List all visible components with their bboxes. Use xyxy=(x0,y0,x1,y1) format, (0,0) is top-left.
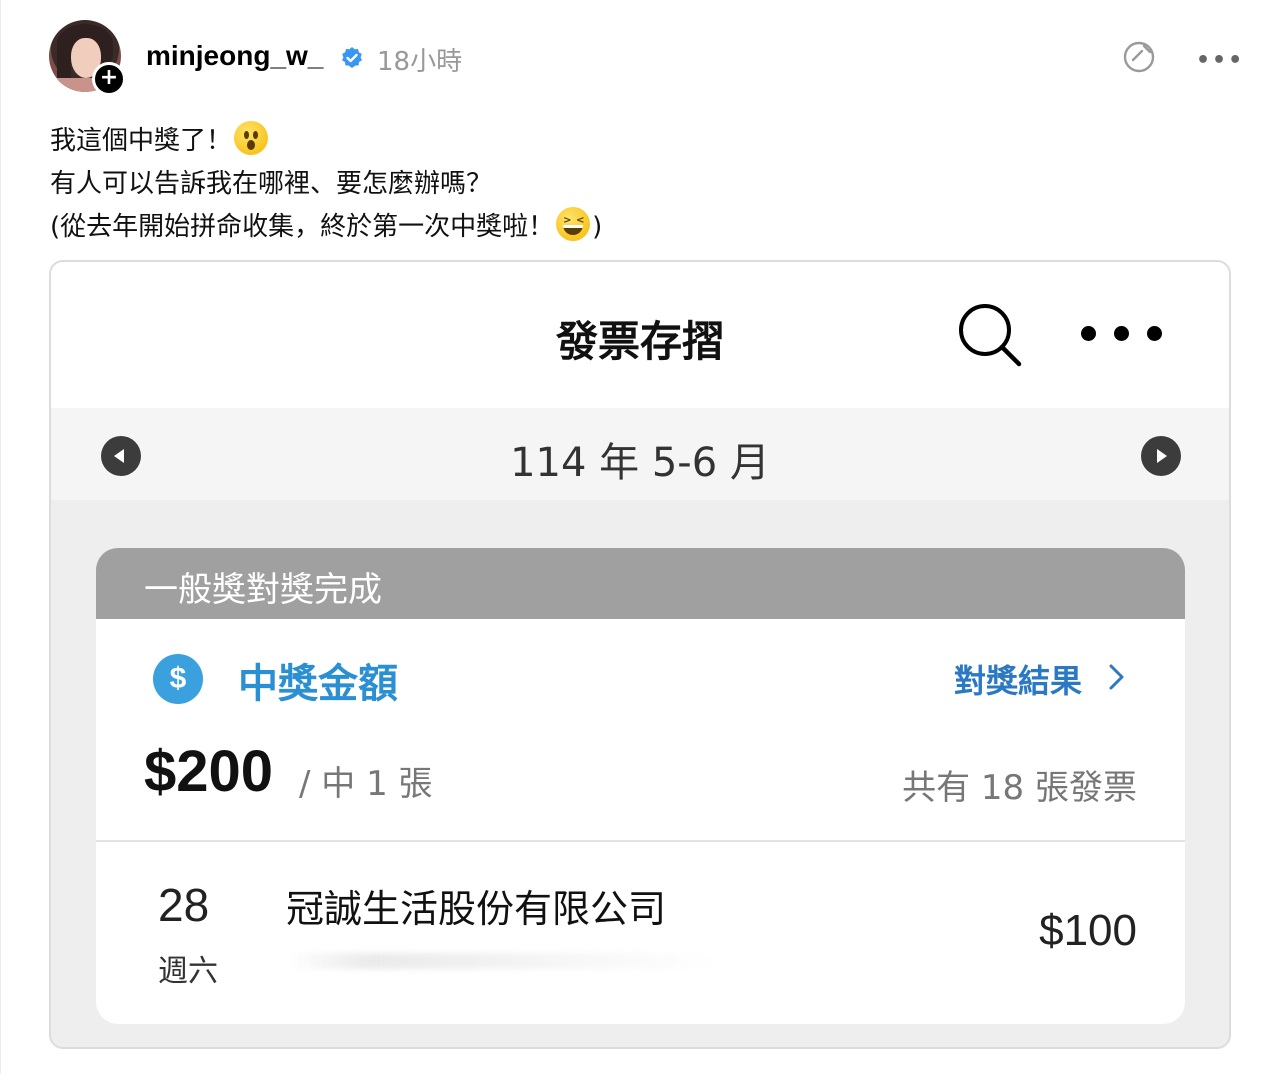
post-line-1: 我這個中獎了！ xyxy=(50,120,602,163)
card-header-text: 一般獎對獎完成 xyxy=(144,570,382,610)
post-time: 18小時 xyxy=(377,47,463,77)
divider xyxy=(96,840,1185,842)
post-line-1-text: 我這個中獎了！ xyxy=(50,126,233,156)
post-line-3-end: ) xyxy=(592,212,603,242)
result-link: 對獎結果 xyxy=(954,662,1083,700)
repost-icon[interactable] xyxy=(1122,40,1156,74)
dollar-icon: $ xyxy=(153,654,203,704)
prize-count: / 中 1 張 xyxy=(299,764,433,804)
redacted-detail xyxy=(286,953,716,969)
month-selector: 114 年 5-6 月 xyxy=(51,408,1229,500)
app-header: 發票存摺 xyxy=(51,262,1229,408)
more-dots-icon[interactable]: ••• xyxy=(1196,48,1244,73)
app-title: 發票存摺 xyxy=(555,317,724,366)
username[interactable]: minjeong_w_ xyxy=(146,40,323,72)
arrow-right xyxy=(1157,449,1167,463)
follow-plus-icon[interactable]: + xyxy=(92,62,126,96)
emoji-mouth xyxy=(563,225,584,235)
prize-amount: $200 xyxy=(144,739,274,804)
post-line-2: 有人可以告訴我在哪裡、要怎麼辦嗎？ xyxy=(50,169,493,199)
post-body: 我這個中獎了！ 有人可以告訴我在哪裡、要怎麼辦嗎？ (從去年開始拼命收集，終於第… xyxy=(50,120,602,249)
dot xyxy=(1147,326,1162,341)
surprised-face-emoji-icon xyxy=(234,121,269,155)
content-area: 一般獎對獎完成 $ 中獎金額 對獎結果 $200 / 中 1 張 共有 18 張… xyxy=(51,500,1229,1047)
invoice-store-name: 冠誠生活股份有限公司 xyxy=(286,887,667,931)
month-label: 114 年 5-6 月 xyxy=(510,440,770,486)
prize-amount-label: 中獎金額 xyxy=(238,661,398,707)
invoice-amount: $100 xyxy=(1039,906,1137,955)
total-invoice-count: 共有 18 張發票 xyxy=(902,768,1137,808)
prize-card: 一般獎對獎完成 $ 中獎金額 對獎結果 $200 / 中 1 張 共有 18 張… xyxy=(96,548,1185,1024)
invoice-weekday: 週六 xyxy=(158,954,218,989)
post-line-3-text: (從去年開始拼命收集，終於第一次中獎啦！ xyxy=(50,212,555,242)
card-header: 一般獎對獎完成 xyxy=(96,548,1185,619)
next-month-icon xyxy=(1141,436,1181,476)
post-line-3: (從去年開始拼命收集，終於第一次中獎啦！ > <) xyxy=(50,206,602,249)
emoji-mouth xyxy=(247,140,256,150)
dot xyxy=(1114,326,1129,341)
chevron-right-icon xyxy=(1109,664,1124,690)
app-more-icon xyxy=(1075,322,1165,344)
verified-badge-icon xyxy=(342,47,362,68)
grinning-squinting-face-emoji-icon: > < xyxy=(556,207,591,241)
emoji-eye xyxy=(244,131,250,139)
emoji-eye xyxy=(253,131,259,139)
invoice-day: 28 xyxy=(158,879,210,931)
attached-screenshot[interactable]: 發票存摺 114 年 5-6 月 一般獎對獎完成 $ 中獎金額 對獎結果 $20… xyxy=(49,260,1231,1049)
search-icon xyxy=(959,304,1022,367)
dot xyxy=(1081,326,1096,341)
